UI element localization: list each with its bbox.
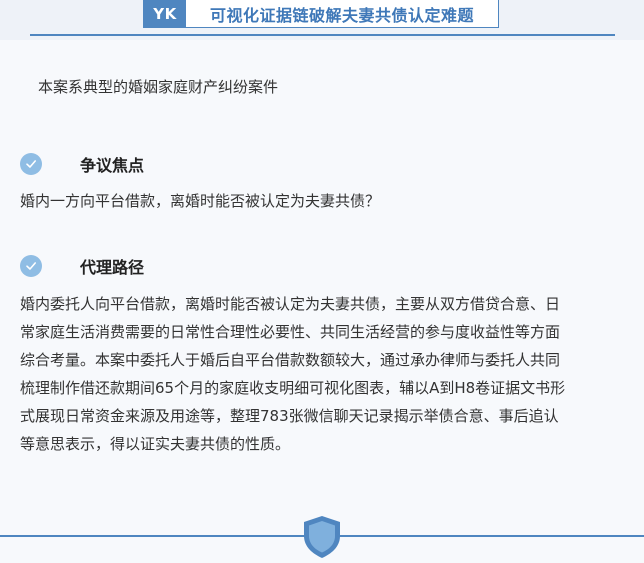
header-divider: [30, 34, 615, 36]
intro-text: 本案系典型的婚姻家庭财产纠纷案件: [38, 78, 279, 96]
title-banner: YK 可视化证据链破解夫妻共债认定难题: [143, 0, 499, 28]
body-line: 式展现日常资金来源及用途等，整理783张微信聊天记录揭示举债合意、事后追认: [20, 407, 559, 425]
title-tag: YK: [144, 0, 186, 27]
section-body: 婚内一方向平台借款，离婚时能否被认定为夫妻共债？: [20, 192, 381, 210]
body-line: 梳理制作借还款期间65个月的家庭收支明细可视化图表，辅以A到H8卷证据文书形: [20, 379, 566, 397]
section-heading-dispute-focus: 争议焦点: [20, 152, 144, 176]
body-line: 常家庭生活消费需要的日常性合理性必要性、共同生活经营的参与度收益性等方面: [20, 323, 561, 341]
shield-icon: [301, 514, 343, 563]
check-circle-icon: [20, 255, 42, 277]
section-title: 争议焦点: [80, 156, 145, 175]
section-heading-representation-path: 代理路径: [20, 254, 144, 278]
body-line: 综合考量。本案中委托人于婚后自平台借款数额较大，通过承办律师与委托人共同: [20, 351, 561, 369]
section-body: 婚内委托人向平台借款，离婚时能否被认定为夫妻共债，主要从双方借贷合意、日 常家庭…: [20, 290, 630, 458]
page-title: 可视化证据链破解夫妻共债认定难题: [209, 5, 474, 25]
body-line: 婚内委托人向平台借款，离婚时能否被认定为夫妻共债，主要从双方借贷合意、日: [20, 295, 561, 313]
check-circle-icon: [20, 153, 42, 175]
section-title: 代理路径: [80, 258, 145, 277]
body-line: 等意思表示，得以证实夫妻共债的性质。: [20, 435, 291, 453]
